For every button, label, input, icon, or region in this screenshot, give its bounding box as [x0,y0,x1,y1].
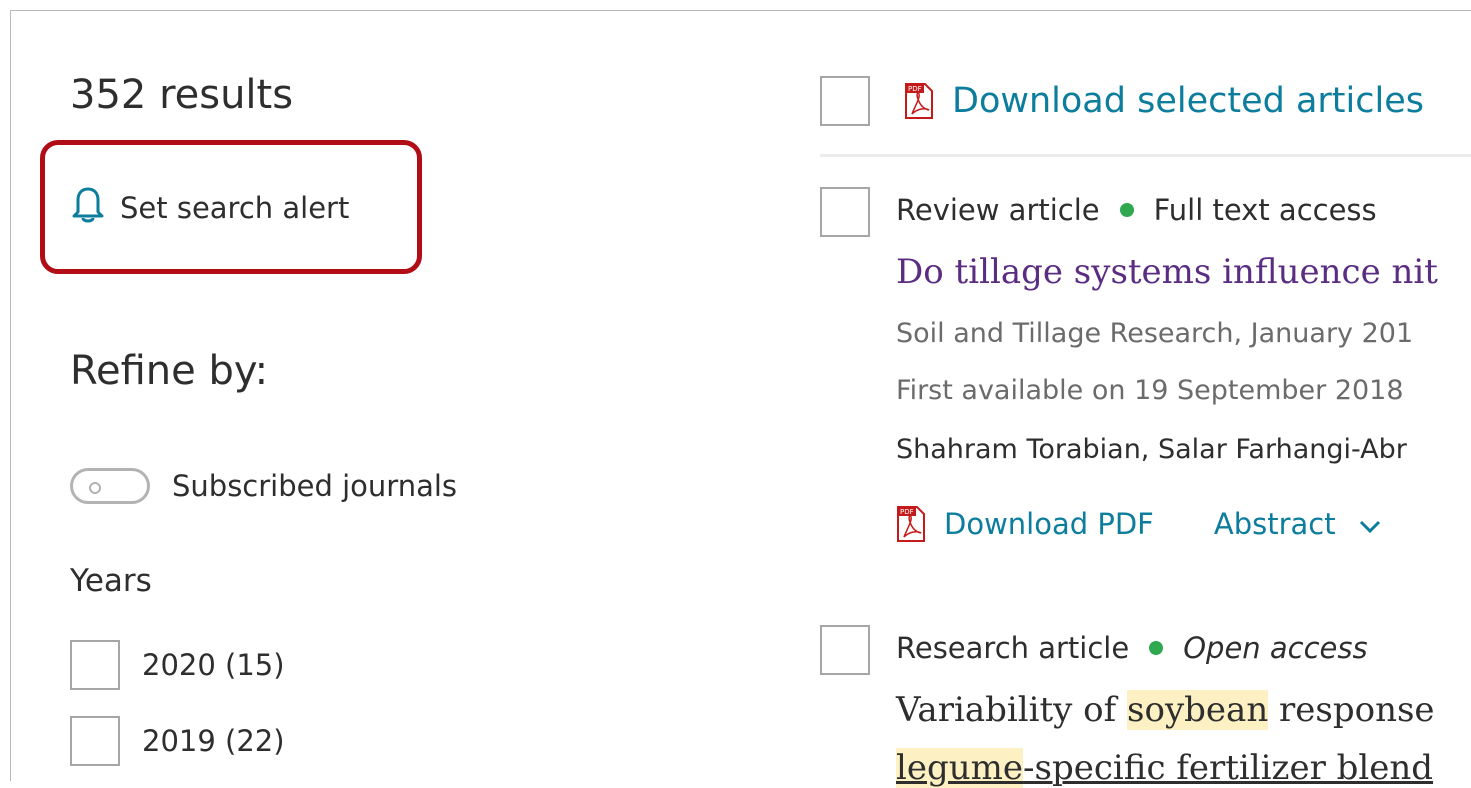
set-search-alert-label: Set search alert [120,190,350,225]
year-2020-label: 2020 (15) [142,648,285,682]
search-term-highlight: legume [896,748,1024,788]
years-heading: Years [70,563,152,599]
article-1-journal: Soil and Tillage Research, January 201 [896,318,1414,349]
pdf-icon: PDF [896,505,926,543]
article-2-checkbox[interactable] [820,625,870,675]
abstract-label: Abstract [1213,507,1336,541]
article-1-checkbox[interactable] [820,187,870,237]
set-search-alert-link[interactable]: Set search alert [70,185,349,230]
article-2-title-link[interactable]: Variability of soybean response [896,690,1435,730]
search-term-highlight: soybean [1127,690,1269,730]
download-selected-articles-link[interactable]: Download selected articles [952,81,1424,121]
svg-text:PDF: PDF [908,85,922,93]
access-label: Full text access [1153,193,1377,227]
results-count: 352 results [70,72,294,118]
refine-by-heading: Refine by: [70,348,269,394]
toggle-knob [89,482,101,494]
toolbar-divider [820,154,1471,157]
article-2-title-link-line2[interactable]: legume-specific fertilizer blend [896,748,1433,788]
select-all-checkbox[interactable] [820,76,870,126]
subscribed-journals-toggle[interactable] [70,468,150,504]
year-2020-checkbox[interactable] [70,640,120,690]
subscribed-journals-label: Subscribed journals [172,469,458,503]
article-2-meta: Research article Open access [896,631,1368,665]
access-dot [1119,203,1134,217]
download-pdf-link[interactable]: Download PDF [944,507,1154,541]
article-1-available-date: First available on 19 September 2018 [896,375,1404,406]
bell-icon [70,185,106,230]
svg-text:PDF: PDF [900,508,914,516]
article-1-title-link[interactable]: Do tillage systems influence nit [896,252,1438,292]
abstract-toggle[interactable]: Abstract [1214,507,1381,541]
title-text: Variability of [896,690,1128,730]
article-type-label: Research article [896,631,1130,665]
year-2019-checkbox[interactable] [70,716,120,766]
year-filter-2019[interactable]: 2019 (22) [70,716,285,766]
subscribed-journals-toggle-row[interactable]: Subscribed journals [70,468,457,504]
article-1-meta: Review article Full text access [896,193,1377,227]
article-1-authors: Shahram Torabian, Salar Farhangi-Abr [896,434,1407,465]
year-filter-2020[interactable]: 2020 (15) [70,640,285,690]
pdf-icon: PDF [904,82,934,120]
access-dot [1149,641,1164,655]
access-label: Open access [1183,631,1368,665]
year-2019-label: 2019 (22) [142,724,285,758]
title-text: response [1268,690,1435,730]
article-1-actions: PDF Download PDF Abstract [896,505,1381,543]
article-type-label: Review article [896,193,1100,227]
chevron-down-icon [1359,507,1381,541]
title-text: -specific fertilizer blend [1023,748,1434,788]
download-selected-bar: PDF Download selected articles [820,76,1424,126]
